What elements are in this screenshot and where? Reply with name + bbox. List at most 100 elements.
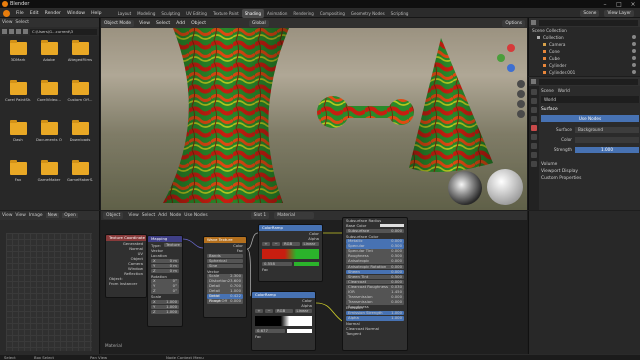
world-context[interactable]: World [558,88,570,93]
ramp1-remove-stop[interactable]: − [272,241,280,247]
eye-icon[interactable] [632,49,636,53]
world-color-swatch[interactable] [575,136,639,143]
object-tab-icon[interactable] [531,134,537,140]
outliner-search[interactable] [539,19,638,26]
ramp2-stop-color[interactable] [286,328,312,334]
eye-icon[interactable] [632,35,636,39]
ie-view2-menu[interactable]: View [15,213,25,218]
section-custom-properties[interactable]: Custom Properties [541,175,639,182]
vp-add-menu[interactable]: Add [173,19,188,28]
vp-object-menu[interactable]: Object [188,19,209,28]
section-volume[interactable]: Volume [541,161,639,168]
close-icon[interactable]: × [626,0,640,9]
ramp2-remove-stop[interactable]: − [265,308,273,314]
surface-section[interactable]: Surface [541,107,639,112]
render-tab-icon[interactable] [531,98,537,104]
back-icon[interactable] [2,29,7,34]
eye-icon[interactable] [632,63,636,67]
ramp1-stop-color[interactable] [293,261,319,267]
ramp2-interp[interactable]: Linear [294,308,312,314]
principled-bsdf-node[interactable]: Subsurface Radius Base Color Subsurface 0.0… [342,217,408,351]
workspace-tab-texture-paint[interactable]: Texture Paint [210,9,242,18]
physics-tab-icon[interactable] [531,152,537,158]
folder-item[interactable]: Downloads [67,120,93,152]
bsdf-input-row[interactable]: Subsurface 0.000 [346,228,404,234]
mapping-rot-field[interactable]: Z 0° [151,288,179,294]
folder-item[interactable]: Fax [5,160,31,192]
workspace-tab-shading[interactable]: Shading [241,8,264,18]
workspace-tab-layout[interactable]: Layout [115,9,135,18]
eye-icon[interactable] [632,56,636,60]
mapping-sc-field[interactable]: Z 1.000 [151,309,179,314]
bsdf-input-row[interactable]: Alpha 1.000 [346,315,404,321]
workspace-tab-animation[interactable]: Animation [264,9,290,18]
ramp2-add-stop[interactable]: + [255,308,263,314]
outliner-item[interactable]: Camera [529,41,640,48]
modifier-tab-icon[interactable] [531,143,537,149]
menu-help[interactable]: Help [88,9,104,18]
ramp1-gradient[interactable] [262,249,319,259]
strength-field[interactable]: 1.000 [575,146,639,153]
folder-item[interactable]: Adobe [36,40,62,72]
3d-viewport[interactable]: Object Mode View Select Add Object Globa… [101,18,527,210]
ramp2-position[interactable]: 0.677 [255,328,285,334]
workspace-tab-scripting[interactable]: Scripting [388,9,412,18]
color-ramp-node-2[interactable]: ColorRamp Color Alpha + − RGB Linear 0.6… [251,291,316,351]
output-tab-icon[interactable] [531,107,537,113]
refresh-icon[interactable] [23,29,28,34]
ramp1-add-stop[interactable]: + [262,241,270,247]
open-image-button[interactable]: Open [62,213,78,218]
blender-menu-icon[interactable] [3,9,10,17]
outliner-type-icon[interactable] [531,20,536,25]
menu-file[interactable]: File [13,9,27,18]
outliner-item[interactable]: Collection [529,34,640,41]
world-tab-icon[interactable] [531,125,537,131]
outliner-item[interactable]: Cylinder.001 [529,69,640,76]
outliner-item[interactable]: Cylinder [529,62,640,69]
workspace-tab-rendering[interactable]: Rendering [290,9,316,18]
workspace-tab-geometry-nodes[interactable]: Geometry Nodes [348,9,388,18]
ramp1-mode[interactable]: RGB [282,241,300,247]
transform-orientation[interactable]: Global [249,19,269,27]
properties-search[interactable] [539,78,638,85]
from-instancer-checkbox[interactable]: From Instancer [109,281,137,286]
new-image-button[interactable]: New [45,213,60,218]
mapping-loc-field[interactable]: Z0 m [151,268,179,273]
maximize-icon[interactable]: □ [612,0,626,9]
eye-icon[interactable] [632,42,636,46]
wave-profile-dropdown[interactable]: Sine [207,263,243,268]
ramp1-interp[interactable]: Linear [301,241,319,247]
ramp2-fac-input[interactable]: Fac [255,334,261,339]
fb-select-menu[interactable]: Select [15,20,29,25]
fb-view-menu[interactable]: View [2,20,12,25]
parent-folder-icon[interactable] [16,29,21,34]
texcoord-output[interactable]: Reflection [124,271,143,276]
folder-item[interactable]: Corel PaintSh... [5,80,31,112]
ramp1-fac-input[interactable]: Fac [262,267,268,272]
world-datablock[interactable]: World [541,96,639,103]
folder-item[interactable]: Custom Off... [67,80,93,112]
wave-output[interactable]: Fac [237,248,243,253]
menu-render[interactable]: Render [42,9,64,18]
ie-image-menu[interactable]: Image [29,213,43,218]
vp-select-menu[interactable]: Select [153,19,173,28]
viewport-options[interactable]: Options [502,19,525,27]
ramp2-mode[interactable]: RGB [275,308,293,314]
folder-item[interactable]: GameMaker [36,160,62,192]
folder-item[interactable]: Documents Of [36,120,62,152]
outliner-item[interactable]: Cone [529,48,640,55]
scene-collection-row[interactable]: Scene Collection [529,27,640,34]
ramp2-gradient[interactable] [255,316,312,326]
view-layer-selector[interactable]: View Layer [604,9,634,17]
scene-selector[interactable]: Scene [580,9,600,17]
workspace-tab-compositing[interactable]: Compositing [317,9,348,18]
use-nodes-button[interactable]: Use Nodes [541,115,639,122]
mapping-type-dropdown[interactable]: Texture [164,242,182,248]
forward-icon[interactable] [9,29,14,34]
menu-edit[interactable]: Edit [27,9,42,18]
path-field[interactable]: C:\Users\G...current\3 [30,28,97,35]
wave-texture-node[interactable]: Wave Texture Color Fac Bands Spherical Si… [203,236,247,318]
material-tab-icon[interactable] [531,161,537,167]
workspace-tab-modeling[interactable]: Modeling [134,9,158,18]
color-ramp-node-1[interactable]: ColorRamp Color Alpha + − RGB Linear 0.5… [258,224,323,282]
